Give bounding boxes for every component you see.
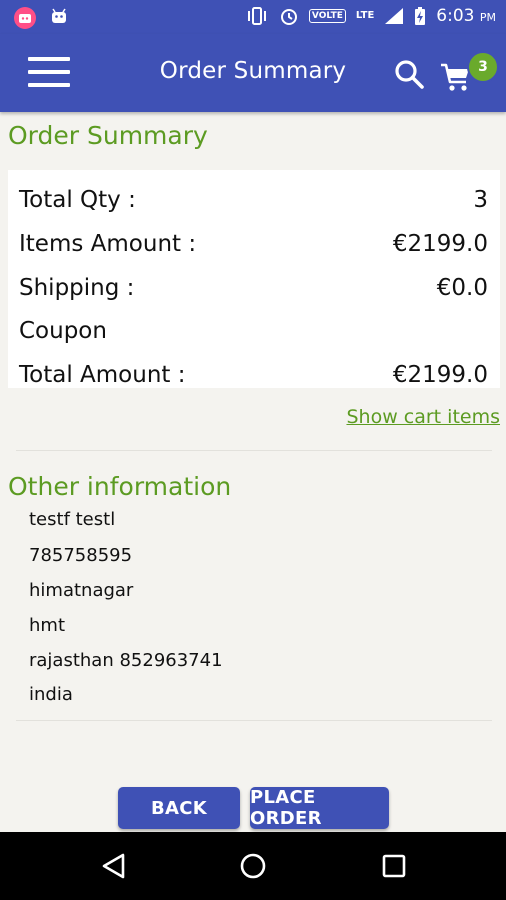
- info-address: himatnagar: [29, 580, 134, 601]
- status-bar: VOLTE LTE 6:03 PM: [0, 0, 506, 34]
- summary-row-shipping: Shipping : €0.0: [19, 273, 488, 303]
- summary-label: Total Qty :: [19, 187, 136, 213]
- summary-value: €0.0: [436, 275, 488, 301]
- search-icon[interactable]: [393, 58, 425, 90]
- order-summary-card: Total Qty : 3 Items Amount : €2199.0 Shi…: [8, 170, 500, 388]
- clock: 6:03 PM: [436, 6, 496, 26]
- battery-charging-icon: [415, 7, 426, 25]
- info-country: india: [29, 684, 73, 705]
- info-state-zip: rajasthan 852963741: [29, 650, 223, 671]
- summary-value: €2199.0: [392, 231, 488, 257]
- nav-home-icon[interactable]: [237, 850, 269, 882]
- place-order-button[interactable]: PLACE ORDER: [250, 787, 389, 829]
- summary-row-items-amount: Items Amount : €2199.0: [19, 229, 488, 259]
- android-icon: [52, 8, 66, 23]
- show-cart-items-link[interactable]: Show cart items: [346, 406, 500, 428]
- summary-label: Items Amount :: [19, 231, 197, 257]
- info-city: hmt: [29, 615, 65, 636]
- nav-back-icon[interactable]: [98, 850, 130, 882]
- app-bar: Order Summary: [0, 34, 506, 112]
- back-button[interactable]: BACK: [118, 787, 240, 829]
- summary-row-total-amount: Total Amount : €2199.0: [19, 360, 488, 390]
- summary-label: Total Amount :: [19, 362, 186, 388]
- app-bar-title: Order Summary: [159, 58, 347, 84]
- info-phone: 785758595: [29, 545, 133, 566]
- cart-count-badge: 3: [467, 51, 499, 83]
- summary-label: Coupon: [19, 318, 107, 344]
- summary-row-coupon: Coupon: [19, 316, 488, 346]
- system-navigation-bar: [0, 832, 506, 900]
- divider: [16, 720, 492, 721]
- info-name: testf testl: [29, 509, 116, 530]
- divider: [16, 450, 492, 451]
- other-information-heading: Other information: [8, 472, 232, 501]
- summary-label: Shipping :: [19, 275, 135, 301]
- lte-icon: LTE: [355, 10, 375, 21]
- summary-row-total-qty: Total Qty : 3: [19, 185, 488, 215]
- summary-value: €2199.0: [392, 362, 488, 388]
- vibrate-icon: [247, 7, 266, 25]
- signal-icon: [385, 8, 404, 24]
- nav-recents-icon[interactable]: [378, 850, 410, 882]
- order-summary-heading: Order Summary: [8, 121, 208, 150]
- summary-value: 3: [473, 187, 488, 213]
- app-notification-icon: [14, 7, 36, 29]
- volte-icon: VOLTE: [308, 9, 346, 23]
- alarm-icon: [280, 9, 297, 25]
